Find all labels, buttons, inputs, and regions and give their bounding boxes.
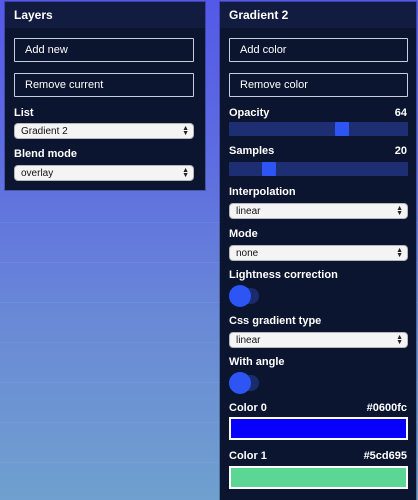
mode-value: none: [236, 247, 259, 259]
add-new-button[interactable]: Add new: [14, 38, 194, 62]
layers-panel-title: Layers: [5, 2, 205, 28]
css-gradient-type-select[interactable]: linear ▲ ▼: [229, 332, 408, 348]
color-1-hex: #5cd695: [363, 450, 407, 462]
interpolation-select[interactable]: linear ▲ ▼: [229, 203, 408, 219]
samples-label: Samples: [229, 145, 275, 157]
opacity-slider[interactable]: [229, 122, 408, 136]
opacity-slider-thumb[interactable]: [335, 122, 349, 136]
select-arrows-icon: ▲ ▼: [396, 205, 403, 217]
select-arrows-icon: ▲ ▼: [396, 334, 403, 346]
select-arrows-icon: ▲ ▼: [182, 167, 189, 179]
css-gradient-type-value: linear: [236, 334, 261, 346]
remove-current-button[interactable]: Remove current: [14, 73, 194, 97]
gradient-panel-title: Gradient 2: [220, 2, 416, 28]
blend-mode-select[interactable]: overlay ▲ ▼: [14, 165, 194, 181]
samples-slider-thumb[interactable]: [262, 162, 276, 176]
color-0-hex: #0600fc: [366, 402, 407, 414]
remove-color-button[interactable]: Remove color: [229, 73, 408, 97]
css-gradient-type-label: Css gradient type: [229, 315, 322, 327]
mode-select[interactable]: none ▲ ▼: [229, 245, 408, 261]
lightness-correction-toggle[interactable]: [229, 285, 259, 307]
toggle-knob: [229, 372, 251, 394]
with-angle-toggle[interactable]: [229, 372, 259, 394]
blend-mode-value: overlay: [21, 167, 54, 179]
color-1-label: Color 1: [229, 450, 267, 462]
select-arrows-icon: ▲ ▼: [396, 247, 403, 259]
list-select-value: Gradient 2: [21, 125, 68, 137]
add-color-button[interactable]: Add color: [229, 38, 408, 62]
select-arrows-icon: ▲ ▼: [182, 125, 189, 137]
mode-label: Mode: [229, 228, 258, 240]
opacity-label: Opacity: [229, 107, 270, 119]
layers-panel: Layers Add new Remove current List Gradi…: [5, 2, 205, 190]
toggle-knob: [229, 285, 251, 307]
with-angle-label: With angle: [229, 356, 285, 368]
interpolation-label: Interpolation: [229, 186, 296, 198]
list-select[interactable]: Gradient 2 ▲ ▼: [14, 123, 194, 139]
color-0-swatch[interactable]: [229, 417, 408, 440]
color-0-label: Color 0: [229, 402, 267, 414]
blend-mode-label: Blend mode: [14, 148, 77, 160]
gradient-panel: Gradient 2 Add color Remove color Opacit…: [220, 2, 416, 500]
lightness-correction-label: Lightness correction: [229, 269, 338, 281]
list-label: List: [14, 107, 34, 119]
samples-slider[interactable]: [229, 162, 408, 176]
interpolation-value: linear: [236, 205, 261, 217]
samples-value: 20: [394, 145, 407, 157]
color-1-swatch[interactable]: [229, 466, 408, 489]
opacity-value: 64: [394, 107, 407, 119]
